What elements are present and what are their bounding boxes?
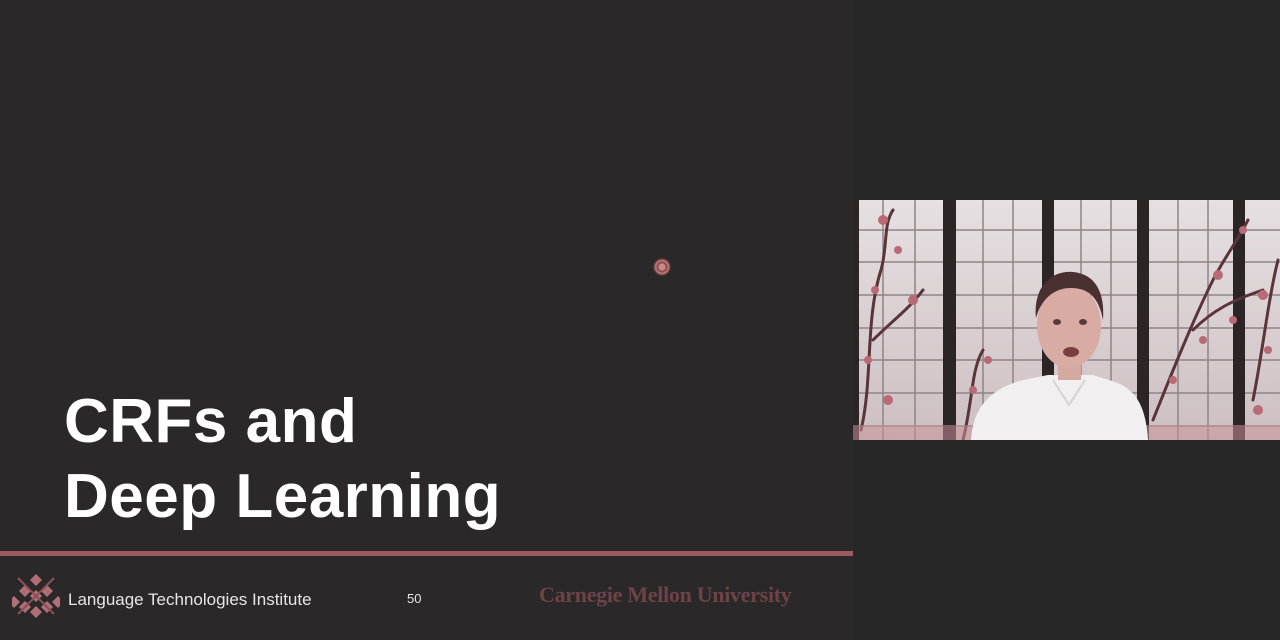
institute-name: Language Technologies Institute	[68, 590, 312, 609]
university-wordmark: Carnegie Mellon University	[539, 582, 792, 607]
footer-divider	[0, 551, 853, 556]
slide-title-line-1: CRFs and	[64, 387, 358, 456]
lti-logo-icon	[12, 574, 60, 618]
presentation-slide: CRFs and Deep Learning Language Technolo…	[0, 0, 853, 640]
slide-title-line-2: Deep Learning	[64, 462, 502, 531]
laser-pointer-icon	[653, 258, 671, 276]
slide-page-number: 50	[407, 591, 422, 606]
slide-title: CRFs and Deep Learning	[64, 384, 501, 534]
person-webcam-video-icon	[853, 200, 1280, 440]
webcam-video-feed[interactable]	[853, 200, 1280, 440]
